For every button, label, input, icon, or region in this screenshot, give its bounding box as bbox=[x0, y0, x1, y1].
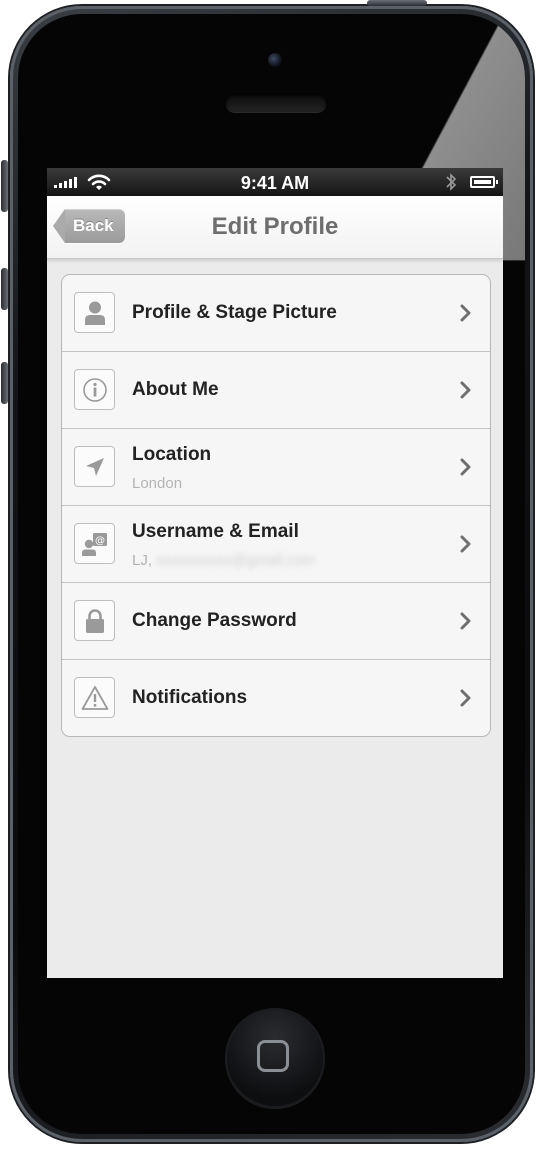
row-title: Username & Email bbox=[132, 521, 299, 542]
row-notifications[interactable]: Notifications bbox=[62, 659, 490, 736]
home-square-icon bbox=[257, 1040, 289, 1072]
person-icon bbox=[74, 292, 115, 333]
status-time: 9:41 AM bbox=[240, 173, 310, 193]
chevron-right-icon bbox=[460, 381, 471, 399]
row-title: About Me bbox=[132, 379, 219, 400]
row-username-email[interactable]: @ Username & Email LJ, xxxxxxxxxx@gmail.… bbox=[62, 505, 490, 582]
redacted-email: xxxxxxxxxx@gmail.com bbox=[156, 552, 315, 569]
power-button bbox=[367, 0, 427, 6]
svg-text:@: @ bbox=[95, 535, 105, 546]
warning-icon bbox=[74, 677, 115, 718]
row-title: Location bbox=[132, 444, 212, 465]
mute-switch bbox=[1, 160, 8, 212]
back-button[interactable]: Back bbox=[53, 209, 125, 243]
row-title: Change Password bbox=[132, 610, 297, 631]
chevron-right-icon bbox=[460, 689, 471, 707]
chevron-right-icon bbox=[460, 304, 471, 322]
app-screen: 9:41 AM Back Edit Profile Profile & Stag… bbox=[47, 168, 503, 978]
row-title: Profile & Stage Picture bbox=[132, 302, 337, 323]
volume-down-button bbox=[1, 362, 8, 404]
row-change-password[interactable]: Change Password bbox=[62, 582, 490, 659]
status-bar: 9:41 AM bbox=[47, 168, 503, 196]
earpiece-speaker bbox=[226, 94, 326, 112]
location-arrow-icon bbox=[74, 446, 115, 487]
settings-list: Profile & Stage Picture About Me Locatio… bbox=[61, 274, 491, 737]
volume-up-button bbox=[1, 268, 8, 310]
row-title: Notifications bbox=[132, 687, 248, 708]
home-button[interactable] bbox=[225, 1008, 325, 1108]
chevron-right-icon bbox=[460, 535, 471, 553]
chevron-right-icon bbox=[460, 612, 471, 630]
row-subtitle: LJ, xxxxxxxxxx@gmail.com bbox=[132, 552, 315, 569]
bluetooth-icon bbox=[446, 173, 457, 191]
info-icon bbox=[74, 369, 115, 410]
row-profile-picture[interactable]: Profile & Stage Picture bbox=[62, 275, 490, 351]
user-email-icon: @ bbox=[74, 523, 115, 564]
row-subtitle: London bbox=[132, 475, 183, 492]
lock-icon bbox=[74, 600, 115, 641]
row-about-me[interactable]: About Me bbox=[62, 351, 490, 428]
chevron-right-icon bbox=[460, 458, 471, 476]
navigation-bar: Back Edit Profile bbox=[47, 196, 503, 259]
row-location[interactable]: Location London bbox=[62, 428, 490, 505]
username-value: LJ, bbox=[132, 552, 153, 569]
front-camera bbox=[268, 53, 282, 67]
battery-icon bbox=[470, 176, 498, 188]
